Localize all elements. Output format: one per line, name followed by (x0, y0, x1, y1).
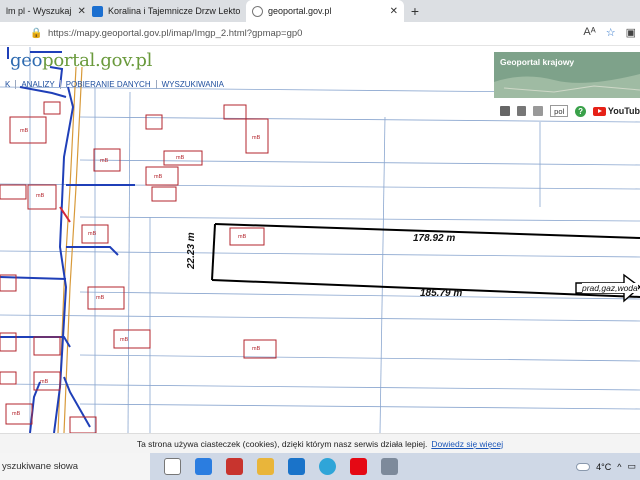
read-aloud-icon[interactable]: Aᴬ (583, 26, 595, 39)
edge-icon[interactable] (319, 458, 336, 475)
svg-text:mB: mB (252, 135, 261, 141)
globe-icon (252, 5, 263, 17)
geoportal-menu: K ANALIZY POBIERANIE DANYCH WYSZUKIWANIA (0, 80, 229, 89)
tab-label: geoportal.gov.pl (268, 6, 332, 16)
svg-text:mB: mB (100, 158, 109, 164)
cookie-bar: Ta strona używa ciasteczek (cookies), dz… (0, 433, 640, 453)
svg-text:mB: mB (176, 155, 185, 161)
geoportal-toolbar: pol ? YouTub (494, 101, 640, 121)
close-tab-icon[interactable]: ✕ (77, 6, 85, 17)
extensions-icon[interactable]: ▣ (626, 26, 636, 39)
svg-text:mB: mB (96, 295, 105, 301)
settings-icon[interactable] (533, 106, 544, 116)
screen: lm pl - Wyszukaj ✕ Koralina i Tajemnicze… (0, 0, 640, 480)
temperature[interactable]: 4°C (596, 462, 611, 472)
address-bar: 🔒 https://mapy.geoportal.gov.pl/imap/Img… (0, 22, 640, 46)
dimension-bottom: 185.79 m (420, 288, 463, 299)
menu-item-k[interactable]: K (0, 80, 17, 89)
svg-text:mB: mB (252, 346, 261, 352)
tab-search[interactable]: lm pl - Wyszukaj ✕ (0, 0, 86, 22)
building-labels: mB mB mB mB mB mB mB mB mB mB mB mB mB (12, 128, 261, 417)
cookie-learn-more-link[interactable]: Dowiedz się więcej (431, 439, 503, 449)
svg-text:mB: mB (154, 174, 163, 180)
svg-text:mB: mB (40, 379, 49, 385)
office-icon[interactable] (226, 458, 243, 475)
browser-tab-strip: lm pl - Wyszukaj ✕ Koralina i Tajemnicze… (0, 0, 640, 22)
svg-text:mB: mB (120, 337, 129, 343)
arrow-label: prad,gaz,woda (582, 283, 638, 293)
menu-item-analizy[interactable]: ANALIZY (16, 80, 61, 89)
tab-geoportal[interactable]: geoportal.gov.pl ✕ (246, 0, 404, 22)
favorite-star-icon[interactable]: ☆ (606, 26, 616, 39)
new-tab-button[interactable]: + (404, 0, 426, 22)
help-icon[interactable]: ? (575, 105, 586, 117)
mail-icon[interactable] (288, 458, 305, 475)
menu-item-wyszukiwania[interactable]: WYSZUKIWANIA (157, 80, 229, 89)
url-field[interactable]: https://mapy.geoportal.gov.pl/imap/Imgp_… (48, 28, 302, 39)
menu-item-pobieranie[interactable]: POBIERANIE DANYCH (61, 80, 157, 89)
youtube-icon (592, 106, 606, 116)
taskbar-search[interactable]: yszukiwane słowa (0, 453, 150, 480)
minimap-title: Geoportal krajowy (500, 57, 575, 67)
system-tray: 4°C ^ ▭ (576, 453, 636, 480)
layers-icon[interactable] (500, 106, 510, 116)
task-view-icon[interactable] (164, 458, 181, 475)
netflix-icon[interactable] (350, 458, 367, 475)
utility-lines (0, 47, 135, 433)
battery-icon[interactable]: ▭ (627, 461, 636, 472)
close-tab-icon[interactable]: ✕ (390, 6, 398, 17)
weather-cloud-icon[interactable] (576, 462, 591, 471)
print-icon[interactable] (516, 106, 527, 116)
windows-taskbar: yszukiwane słowa 4°C ^ ▭ (0, 453, 640, 480)
language-select[interactable]: pol (550, 105, 569, 117)
overview-minimap[interactable]: Geoportal krajowy (494, 52, 640, 98)
geoportal-logo[interactable]: geoportal.gov.pl (10, 50, 152, 71)
svg-text:mB: mB (12, 411, 21, 417)
svg-text:mB: mB (238, 234, 247, 240)
chevron-up-icon[interactable]: ^ (617, 462, 621, 472)
dimension-top: 178.92 m (413, 233, 456, 244)
bing-icon (92, 5, 103, 17)
tab-koralina[interactable]: Koralina i Tajemnicze Drzw Lekto ✕ (86, 0, 246, 22)
paint-icon[interactable] (381, 458, 398, 475)
svg-text:mB: mB (88, 231, 97, 237)
youtube-link[interactable]: YouTub (592, 106, 640, 116)
start-tiles-icon[interactable] (195, 458, 212, 475)
map-canvas[interactable]: mB mB mB mB mB mB mB mB mB mB mB mB mB g… (0, 47, 640, 433)
tab-label: lm pl - Wyszukaj (6, 6, 72, 16)
cookie-text: Ta strona używa ciasteczek (cookies), dz… (136, 438, 428, 449)
lock-icon[interactable]: 🔒 (30, 28, 44, 39)
tab-label: Koralina i Tajemnicze Drzw Lekto (108, 6, 241, 16)
file-explorer-icon[interactable] (257, 458, 274, 475)
svg-text:mB: mB (36, 193, 45, 199)
dimension-side: 22.23 m (186, 232, 197, 269)
svg-text:mB: mB (20, 128, 29, 134)
